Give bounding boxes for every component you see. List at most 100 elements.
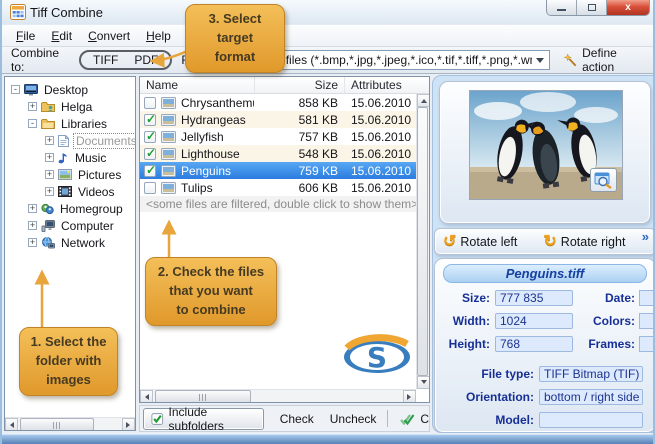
list-vertical-scrollbar[interactable] (416, 94, 429, 389)
tree-expander[interactable]: + (45, 153, 54, 162)
rotate-left-icon: ↺ (443, 235, 456, 249)
format-pdf-button[interactable]: PDF (134, 53, 158, 67)
uncheck-button[interactable]: Uncheck (330, 412, 377, 426)
file-name: Chrysanthemum (181, 96, 254, 110)
tree-horizontal-scrollbar[interactable] (5, 417, 135, 430)
file-row[interactable]: Hydrangeas 581 KB 15.06.2010 (140, 111, 429, 128)
file-checkbox[interactable] (144, 182, 156, 194)
file-checkbox[interactable] (144, 148, 156, 160)
softplicity-logo: S (341, 334, 413, 385)
date-value (639, 290, 655, 306)
maximize-button[interactable] (577, 0, 607, 15)
menu-file[interactable]: File (8, 27, 43, 45)
tree-item-network[interactable]: + Network (5, 234, 135, 251)
tree-item-desktop[interactable]: - Desktop (5, 81, 135, 98)
tree-expander[interactable]: + (45, 136, 54, 145)
scroll-left-button[interactable] (140, 390, 153, 403)
file-checkbox[interactable] (144, 97, 156, 109)
column-header-size[interactable]: Size (254, 77, 344, 93)
file-checkbox[interactable] (144, 165, 156, 177)
size-label: Size: (435, 291, 495, 305)
model-label: Model: (435, 413, 539, 427)
callout-check-files: 2. Check the files that you want to comb… (145, 257, 277, 326)
menu-edit[interactable]: Edit (43, 27, 80, 45)
scroll-left-button[interactable] (5, 418, 18, 431)
check-button[interactable]: Check (280, 412, 314, 426)
file-checkbox[interactable] (144, 131, 156, 143)
tree-expander[interactable]: + (45, 170, 54, 179)
tree-item-label: Music (73, 151, 108, 165)
tree-item-computer[interactable]: + Computer (5, 217, 135, 234)
preview-card (439, 81, 651, 224)
define-action-button[interactable]: Define action (558, 44, 653, 76)
tree-item-libraries[interactable]: - Libraries (5, 115, 135, 132)
arrow-left-icon (7, 422, 14, 428)
tree-item-videos[interactable]: + Videos (5, 183, 135, 200)
file-row-selected[interactable]: Penguins 759 KB 15.06.2010 (140, 162, 429, 179)
file-checkbox[interactable] (144, 114, 156, 126)
minimize-icon (557, 8, 566, 11)
list-horizontal-scrollbar[interactable] (140, 389, 416, 402)
minimize-button[interactable] (547, 0, 577, 15)
tree-expander[interactable]: + (28, 204, 37, 213)
rotate-toolbar: ↺ Rotate left ↻ Rotate right » (434, 228, 655, 255)
tree-item-helga[interactable]: + Helga (5, 98, 135, 115)
list-action-bar: Include subfolders Check Uncheck C (139, 405, 430, 432)
scroll-up-button[interactable] (417, 94, 430, 107)
rotate-left-label: Rotate left (460, 235, 517, 249)
tree-expander[interactable]: + (45, 187, 54, 196)
file-size: 548 KB (254, 147, 344, 161)
main-toolbar: Combine to: TIFF PDF Filter: All suitabl… (2, 46, 653, 74)
tree-expander[interactable]: - (11, 85, 20, 94)
app-icon (10, 4, 26, 25)
file-type-label: File type: (435, 367, 539, 381)
include-subfolders-button[interactable]: Include subfolders (143, 408, 264, 430)
tree-expander[interactable]: - (28, 119, 37, 128)
date-label: Date: (605, 291, 635, 305)
column-header-attributes[interactable]: Attributes (344, 77, 416, 93)
file-row[interactable]: Chrysanthemum 858 KB 15.06.2010 (140, 94, 429, 111)
videos-icon (58, 186, 72, 197)
check-all-button[interactable]: C (399, 412, 429, 426)
menu-bar: File Edit Convert Help (2, 24, 653, 46)
user-folder-icon (41, 101, 55, 113)
scroll-right-button[interactable] (122, 418, 135, 431)
arrow-right-icon (407, 394, 414, 400)
zoom-preview-button[interactable] (590, 168, 617, 192)
maximize-icon (588, 4, 596, 11)
file-row[interactable]: Jellyfish 757 KB 15.06.2010 (140, 128, 429, 145)
format-tiff-button[interactable]: TIFF (93, 53, 118, 67)
file-row[interactable]: Lighthouse 548 KB 15.06.2010 (140, 145, 429, 162)
menu-help[interactable]: Help (138, 27, 179, 45)
tree-item-documents[interactable]: + Documents (5, 132, 135, 149)
tree-item-homegroup[interactable]: + Homegroup (5, 200, 135, 217)
tree-item-pictures[interactable]: + Pictures (5, 166, 135, 183)
rotate-right-button[interactable]: ↻ Rotate right (543, 235, 625, 249)
desktop-icon (24, 84, 38, 96)
column-header-name[interactable]: Name (140, 77, 254, 93)
file-name: Jellyfish (181, 130, 224, 144)
file-size: 606 KB (254, 181, 344, 195)
scrollbar-thumb[interactable] (155, 390, 251, 403)
tree-expander[interactable]: + (28, 102, 37, 111)
tree-expander[interactable]: + (28, 221, 37, 230)
libraries-icon (41, 118, 55, 130)
checked-box-icon (151, 412, 164, 426)
documents-icon (58, 135, 69, 147)
scrollbar-thumb[interactable] (417, 107, 428, 376)
close-button[interactable]: x (607, 0, 649, 15)
title-bar: Tiff Combine x (2, 0, 653, 24)
rotate-left-button[interactable]: ↺ Rotate left (443, 235, 517, 249)
chevron-down-icon (536, 58, 544, 67)
file-row[interactable]: Tulips 606 KB 15.06.2010 (140, 179, 429, 196)
scroll-down-button[interactable] (417, 376, 430, 389)
window-bottom-border (2, 434, 653, 444)
menu-convert[interactable]: Convert (80, 27, 138, 45)
scrollbar-thumb[interactable] (20, 418, 94, 431)
tree-item-music[interactable]: + Music (5, 149, 135, 166)
tree-expander[interactable]: + (28, 238, 37, 247)
scroll-right-button[interactable] (403, 390, 416, 403)
expand-panel-button[interactable]: » (642, 229, 649, 244)
include-subfolders-label: Include subfolders (169, 405, 256, 432)
file-size: 581 KB (254, 113, 344, 127)
